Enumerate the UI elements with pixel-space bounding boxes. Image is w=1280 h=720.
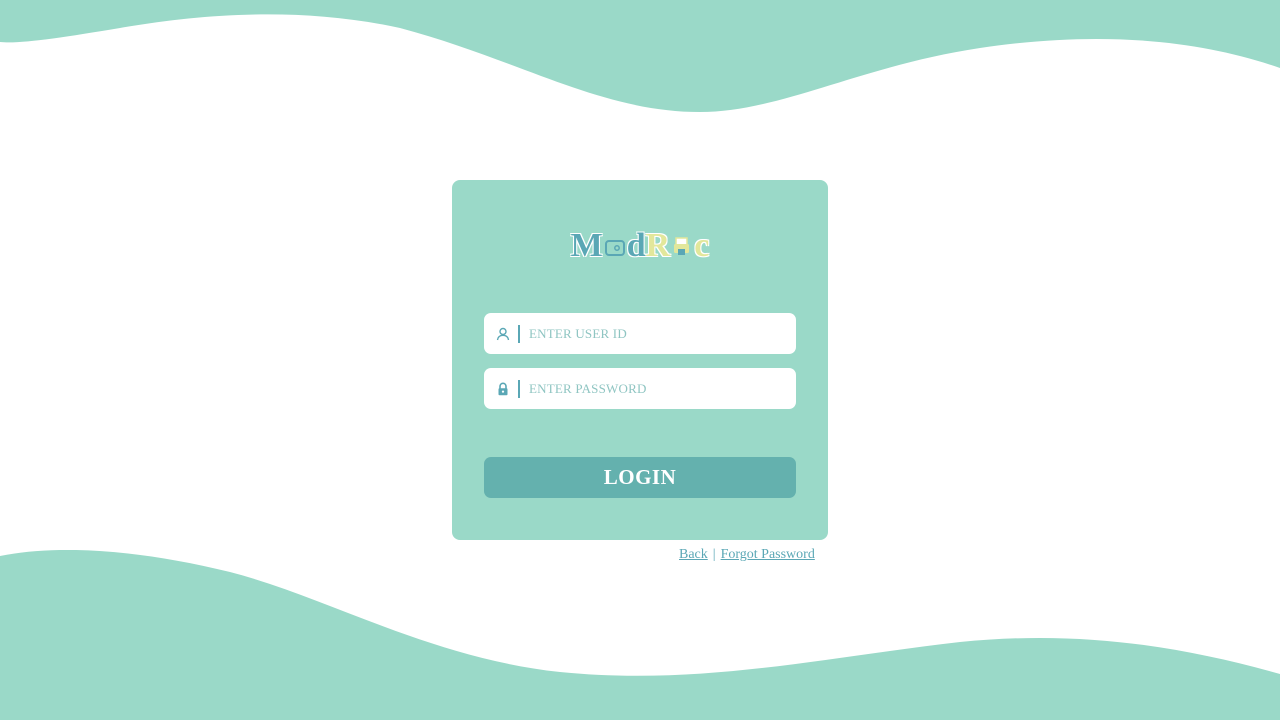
- links-separator: |: [712, 547, 716, 562]
- user-icon: [495, 326, 511, 342]
- wallet-icon: [604, 235, 625, 257]
- forgot-password-link[interactable]: Forgot Password: [721, 547, 815, 562]
- logo-letter-c: c: [694, 227, 710, 264]
- footer-links: Back | Forgot Password: [679, 547, 815, 563]
- password-input[interactable]: [529, 373, 779, 404]
- printer-icon: [672, 235, 692, 257]
- logo-letter-d: d: [626, 227, 646, 264]
- app-logo: M d R c: [452, 218, 828, 274]
- login-card: M d R c ENTER USER ID LOGIN: [452, 180, 828, 540]
- login-button[interactable]: LOGIN: [484, 457, 796, 498]
- logo-letter-r: R: [645, 227, 671, 264]
- bottom-wave-decoration: [0, 550, 1280, 720]
- password-field[interactable]: [484, 368, 796, 409]
- login-page: M d R c ENTER USER ID LOGIN Back | Forgo…: [0, 0, 1280, 720]
- lock-icon: [495, 381, 511, 397]
- user-field-divider: [518, 324, 520, 343]
- password-field-divider: [518, 379, 520, 398]
- top-wave-decoration: [0, 0, 1280, 112]
- user-id-field[interactable]: [484, 313, 796, 354]
- user-id-input[interactable]: [529, 318, 779, 349]
- logo-letter-m: M: [570, 227, 603, 264]
- back-link[interactable]: Back: [679, 547, 708, 562]
